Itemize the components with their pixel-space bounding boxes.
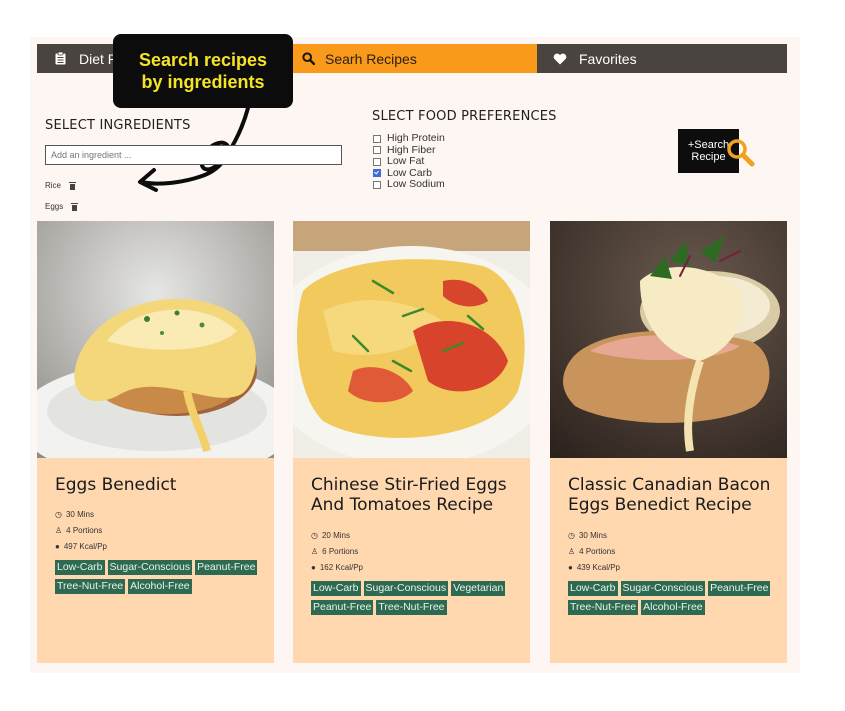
ingredient-input[interactable] (45, 145, 342, 165)
portions-text: 4 Portions (66, 526, 103, 535)
recipe-card[interactable]: Classic Canadian Bacon Eggs Benedict Rec… (550, 221, 787, 663)
user-icon: ♙ (568, 547, 576, 556)
callout-search-by-ingredients: Search recipes by ingredients (113, 34, 293, 108)
callout-line-2: by ingredients (141, 72, 265, 92)
recipe-photo (37, 221, 274, 458)
tag: Vegetarian (451, 581, 506, 596)
kcal-text: 162 Kcal/Pp (319, 563, 363, 572)
pref-label: High Protein (387, 132, 445, 144)
trash-icon[interactable] (71, 202, 79, 211)
recipe-card[interactable]: Eggs Benedict ◷ 30 Mins ♙ 4 Portions ● 497 … (37, 221, 274, 663)
checkbox-checked[interactable] (373, 169, 381, 178)
callout-line-1: Search recipes (138, 50, 268, 70)
pref-high-protein[interactable]: High Protein (373, 132, 445, 145)
tag-list: Low-Carb Sugar-Conscious Peanut-Free Tre… (55, 560, 270, 594)
flame-icon: ● (311, 563, 316, 572)
tag: Peanut-Free (708, 581, 771, 596)
flame-icon: ● (568, 563, 573, 572)
heart-icon (551, 53, 569, 65)
recipe-kcal: ● 439 Kcal/Pp (568, 563, 620, 572)
kcal-text: 439 Kcal/Pp (576, 563, 620, 572)
time-text: 30 Mins (65, 510, 94, 519)
checkbox[interactable] (373, 157, 381, 166)
tag-list: Low-Carb Sugar-Conscious Vegetarian Pean… (311, 581, 526, 615)
tab-label: Favorites (579, 50, 637, 67)
recipe-card[interactable]: Chinese Stir-Fried Eggs And Tomatoes Rec… (293, 221, 530, 663)
ingredient-item: Rice (45, 181, 77, 190)
time-text: 20 Mins (321, 531, 350, 540)
portions-text: 4 Portions (579, 547, 616, 556)
preferences-list: High Protein High Fiber Low Fat Low Carb… (373, 132, 445, 191)
checkbox[interactable] (373, 134, 381, 143)
recipe-photo (293, 221, 530, 458)
recipe-portions: ♙ 4 Portions (568, 547, 615, 556)
portions-text: 6 Portions (322, 547, 359, 556)
tag: Low-Carb (55, 560, 105, 575)
recipe-title[interactable]: Chinese Stir-Fried Eggs And Tomatoes Rec… (311, 475, 521, 515)
user-icon: ♙ (55, 526, 63, 535)
tag-list: Low-Carb Sugar-Conscious Peanut-Free Tre… (568, 581, 783, 615)
tag: Tree-Nut-Free (55, 579, 126, 594)
kcal-text: 497 Kcal/Pp (63, 542, 107, 551)
clock-icon: ◷ (55, 510, 62, 519)
recipe-time: ◷ 20 Mins (311, 531, 350, 540)
tab-search-recipes[interactable]: Searh Recipes (287, 44, 537, 73)
recipe-portions: ♙ 4 Portions (55, 526, 102, 535)
time-text: 30 Mins (578, 531, 607, 540)
pref-low-fat[interactable]: Low Fat (373, 155, 445, 168)
pref-label: Low Sodium (387, 178, 445, 190)
ingredients-title: SELECT INGREDIENTS (45, 118, 191, 133)
checkbox[interactable] (373, 146, 381, 155)
pref-low-sodium[interactable]: Low Sodium (373, 178, 445, 191)
recipe-time: ◷ 30 Mins (568, 531, 607, 540)
trash-icon[interactable] (69, 181, 77, 190)
ingredient-label: Rice (45, 181, 62, 190)
clock-icon: ◷ (568, 531, 575, 540)
recipe-time: ◷ 30 Mins (55, 510, 94, 519)
tag: Peanut-Free (311, 600, 374, 615)
tag: Sugar-Conscious (363, 581, 449, 596)
tag: Tree-Nut-Free (568, 600, 639, 615)
tag: Alcohol-Free (641, 600, 705, 615)
recipe-photo (550, 221, 787, 458)
tag: Sugar-Conscious (620, 581, 706, 596)
tag: Low-Carb (568, 581, 618, 596)
recipe-portions: ♙ 6 Portions (311, 547, 358, 556)
pref-label: Low Fat (387, 155, 425, 167)
flame-icon: ● (55, 542, 60, 551)
recipe-title[interactable]: Eggs Benedict (55, 475, 265, 495)
ingredient-label: Eggs (45, 202, 64, 211)
clipboard-icon (51, 52, 69, 65)
recipe-title[interactable]: Classic Canadian Bacon Eggs Benedict Rec… (568, 475, 778, 515)
tag: Tree-Nut-Free (376, 600, 447, 615)
ingredient-item: Eggs (45, 202, 79, 211)
tag: Alcohol-Free (128, 579, 192, 594)
recipe-kcal: ● 162 Kcal/Pp (311, 563, 363, 572)
tag: Peanut-Free (195, 560, 258, 575)
user-icon: ♙ (311, 547, 319, 556)
tag: Sugar-Conscious (107, 560, 193, 575)
recipe-kcal: ● 497 Kcal/Pp (55, 542, 107, 551)
magnifier-icon (727, 139, 755, 167)
search-icon (299, 52, 317, 65)
tab-favorites[interactable]: Favorites (537, 44, 787, 73)
checkbox[interactable] (373, 180, 381, 189)
preferences-title: SLECT FOOD PREFERENCES (372, 109, 557, 124)
tab-label: Searh Recipes (325, 50, 417, 67)
tag: Low-Carb (311, 581, 361, 596)
clock-icon: ◷ (311, 531, 318, 540)
